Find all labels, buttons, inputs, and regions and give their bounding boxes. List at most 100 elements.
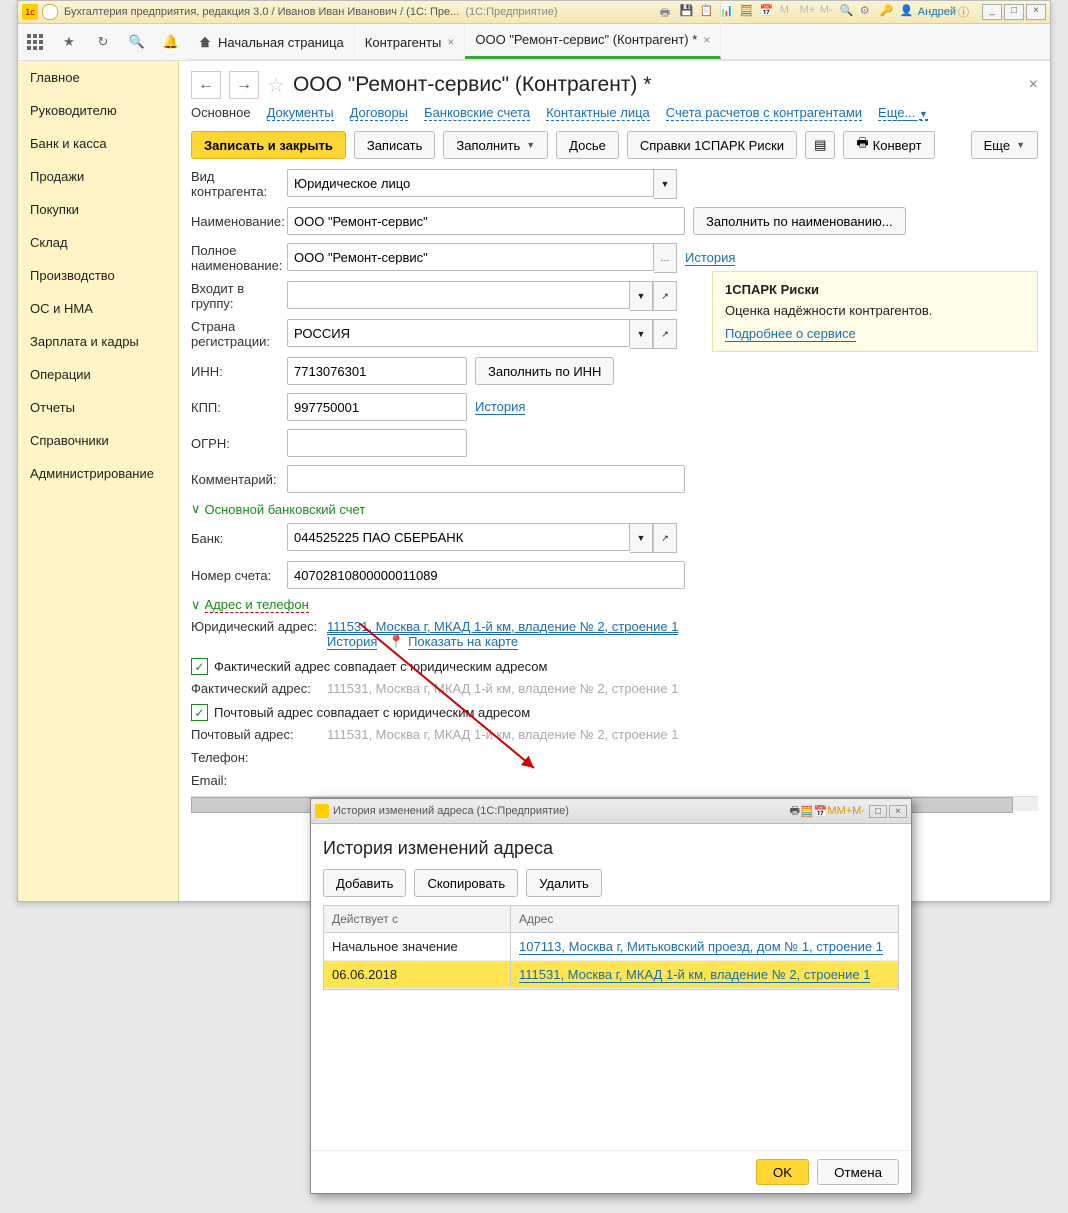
ogrn-input[interactable] [287, 429, 467, 457]
m-icon[interactable]: M [827, 805, 836, 817]
sidebar-item-prodazhi[interactable]: Продажи [18, 160, 178, 193]
cell-addr[interactable]: 111531, Москва г, МКАД 1-й км, владение … [519, 967, 870, 983]
account-no-input[interactable] [287, 561, 685, 589]
sidebar-item-bank[interactable]: Банк и касса [18, 127, 178, 160]
calc-icon[interactable]: 🧮 [800, 805, 814, 818]
m-minus-icon[interactable]: M- [852, 805, 865, 817]
inn-input[interactable] [287, 357, 467, 385]
sidebar-item-rukovoditelyu[interactable]: Руководителю [18, 94, 178, 127]
fact-check[interactable]: ✓ [191, 658, 208, 675]
table-row[interactable]: 06.06.2018 111531, Москва г, МКАД 1-й км… [324, 961, 898, 989]
dialog-maximize-button[interactable]: □ [869, 805, 887, 818]
subnav-settlements[interactable]: Счета расчетов с контрагентами [666, 105, 862, 121]
fullname-input[interactable] [287, 243, 654, 271]
favorite-star-icon[interactable]: ☆ [267, 73, 285, 98]
titlebar-dropdown[interactable] [42, 4, 58, 20]
sidebar-item-otchety[interactable]: Отчеты [18, 391, 178, 424]
save-icon[interactable]: 💾 [680, 4, 696, 20]
tab-contragents[interactable]: Контрагенты × [355, 25, 466, 59]
fill-by-name-button[interactable]: Заполнить по наименованию... [693, 207, 906, 235]
sidebar-item-os-nma[interactable]: ОС и НМА [18, 292, 178, 325]
tab-close-icon[interactable]: × [447, 35, 454, 49]
m-icon[interactable]: M [780, 4, 796, 20]
subnav-more[interactable]: Еще... ▼ [878, 105, 928, 121]
copy-icon[interactable]: 📋 [700, 4, 716, 20]
spark-button[interactable]: Справки 1СПАРК Риски [627, 131, 797, 159]
history-link-addr[interactable]: История [327, 634, 377, 650]
add-button[interactable]: Добавить [323, 869, 406, 897]
history-icon[interactable]: ↻ [86, 24, 120, 60]
save-close-button[interactable]: Записать и закрыть [191, 131, 346, 159]
post-check[interactable]: ✓ [191, 704, 208, 721]
fill-by-inn-button[interactable]: Заполнить по ИНН [475, 357, 614, 385]
info-icon[interactable]: ⓘ [958, 4, 974, 20]
ok-button[interactable]: OK [756, 1159, 809, 1185]
star-icon[interactable]: ★ [52, 24, 86, 60]
zoom-icon[interactable]: 🔍 [840, 4, 856, 20]
subnav-docs[interactable]: Документы [267, 105, 334, 121]
group-input[interactable] [287, 281, 630, 309]
cancel-button[interactable]: Отмена [817, 1159, 899, 1185]
m-minus-icon[interactable]: M- [820, 4, 836, 20]
subnav-accounts[interactable]: Банковские счета [424, 105, 530, 121]
minimize-button[interactable]: _ [982, 4, 1002, 20]
sidebar-item-proizvodstvo[interactable]: Производство [18, 259, 178, 292]
cell-addr[interactable]: 107113, Москва г, Митьковский проезд, до… [519, 939, 883, 955]
tab-home[interactable]: Начальная страница [188, 25, 355, 59]
country-open-icon[interactable]: ↗ [653, 319, 677, 349]
subnav-contacts[interactable]: Контактные лица [546, 105, 650, 121]
kpp-input[interactable] [287, 393, 467, 421]
calendar-icon[interactable]: 📅 [760, 4, 776, 20]
sidebar-item-glavnoe[interactable]: Главное [18, 61, 178, 94]
layout-icon-button[interactable]: ▤ [805, 131, 835, 159]
group-open-icon[interactable]: ↗ [653, 281, 677, 311]
group-dropdown-icon[interactable]: ▼ [630, 281, 653, 311]
calc-icon[interactable]: 🧮 [740, 4, 756, 20]
print-icon[interactable]: 🖶 [660, 4, 676, 20]
m-plus-icon[interactable]: M+ [837, 805, 853, 817]
comment-input[interactable] [287, 465, 685, 493]
copy-button[interactable]: Скопировать [414, 869, 518, 897]
bell-icon[interactable]: 🔔 [154, 24, 188, 60]
subnav-main[interactable]: Основное [191, 105, 251, 121]
bank-open-icon[interactable]: ↗ [653, 523, 677, 553]
sidebar-item-sklad[interactable]: Склад [18, 226, 178, 259]
more-button[interactable]: Еще▼ [971, 131, 1038, 159]
menu-icon[interactable] [18, 24, 52, 60]
history-link-fullname[interactable]: История [685, 250, 735, 266]
username[interactable]: Андрей [918, 6, 956, 18]
maximize-button[interactable]: □ [1004, 4, 1024, 20]
page-close-icon[interactable]: × [1029, 76, 1038, 94]
prefs-icon[interactable]: ⚙ [860, 4, 876, 20]
envelope-button[interactable]: 🖶 Конверт [843, 131, 934, 159]
bank-input[interactable] [287, 523, 630, 551]
tab-close-icon[interactable]: × [703, 33, 710, 47]
address-section-toggle[interactable]: ∨ Адрес и телефон [191, 597, 1038, 613]
save-button[interactable]: Записать [354, 131, 436, 159]
sidebar-item-spravochniki[interactable]: Справочники [18, 424, 178, 457]
bank-section-toggle[interactable]: ∨ Основной банковский счет [191, 501, 1038, 517]
sidebar-item-admin[interactable]: Администрирование [18, 457, 178, 490]
key-icon[interactable]: 🔑 [880, 4, 896, 20]
nav-back-button[interactable]: ← [191, 71, 221, 99]
history-link-kpp[interactable]: История [475, 399, 525, 415]
country-input[interactable] [287, 319, 630, 347]
subnav-contracts[interactable]: Договоры [350, 105, 408, 121]
kind-dropdown-icon[interactable]: ▼ [654, 169, 677, 199]
tab-remont-servis[interactable]: ООО "Ремонт-сервис" (Контрагент) * × [465, 23, 721, 59]
sidebar-item-zarplata[interactable]: Зарплата и кадры [18, 325, 178, 358]
dialog-close-button[interactable]: × [889, 805, 907, 818]
calendar-icon[interactable]: 📅 [814, 805, 828, 818]
name-input[interactable] [287, 207, 685, 235]
print-icon[interactable]: 🖶 [790, 802, 800, 821]
search-icon[interactable]: 🔍 [120, 24, 154, 60]
chart-icon[interactable]: 📊 [720, 4, 736, 20]
sidebar-item-pokupki[interactable]: Покупки [18, 193, 178, 226]
legal-addr-value[interactable]: 111531, Москва г, МКАД 1-й км, владение … [327, 619, 678, 635]
fill-button[interactable]: Заполнить▼ [443, 131, 548, 159]
spark-link[interactable]: Подробнее о сервисе [725, 326, 856, 342]
show-map-link[interactable]: Показать на карте [408, 634, 518, 650]
nav-fwd-button[interactable]: → [229, 71, 259, 99]
m-plus-icon[interactable]: M+ [800, 4, 816, 20]
bank-dropdown-icon[interactable]: ▼ [630, 523, 653, 553]
